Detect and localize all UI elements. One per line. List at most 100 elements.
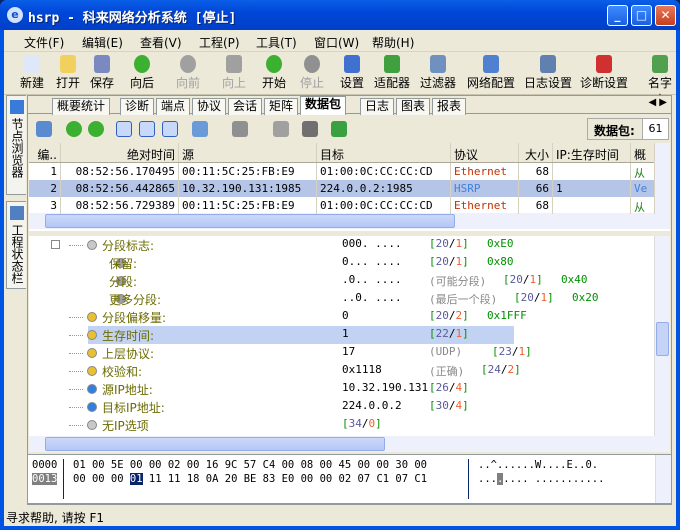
tab-3[interactable]: 协议 — [192, 98, 227, 115]
decode-row[interactable]: 目标IP地址: 224.0.0.2 [30/4] — [29, 398, 649, 416]
table-cell: 224.0.0.2:1985 — [317, 180, 451, 197]
decode-row[interactable]: 保留: 0... .... [20/1] 0x80 — [29, 254, 649, 272]
toolbar-button-network-config[interactable]: 网络配置 — [467, 55, 515, 91]
field-offset: [34/0] — [342, 417, 382, 430]
packet-list-vscrollbar[interactable] — [654, 143, 670, 213]
column-header[interactable]: 协议 — [451, 143, 519, 162]
menu-item[interactable]: 编辑(E) — [82, 34, 123, 51]
field-note: (最后一个段) — [429, 293, 498, 306]
decode-view-icon[interactable] — [139, 121, 155, 137]
toolbar-button-log-settings[interactable]: 日志设置 — [524, 55, 572, 91]
tab-9[interactable]: 报表 — [432, 98, 467, 115]
toolbar-button-forward-arrow[interactable]: 向前 — [176, 55, 200, 91]
table-cell: 00:11:5C:25:FB:E9 — [179, 197, 317, 214]
decode-row[interactable]: 校验和: 0x1118 (正确) [24/2] — [29, 362, 649, 380]
column-header[interactable]: 概 — [631, 143, 655, 162]
menu-item[interactable]: 查看(V) — [140, 34, 182, 51]
packet-count-label: 数据包: — [594, 124, 635, 138]
tab-6[interactable]: 数据包 — [300, 96, 347, 115]
field-name: 分段标志: — [102, 239, 155, 253]
hex-bytes-pre: 01 00 5E 00 00 02 00 16 9C 57 C4 00 08 0… — [73, 459, 428, 471]
back-arrow-icon — [134, 55, 150, 73]
filter-dropdown-icon[interactable] — [232, 121, 248, 137]
menu-item[interactable]: 文件(F) — [24, 34, 64, 51]
table-cell: 68 — [519, 197, 553, 214]
close-button[interactable]: ✕ — [655, 5, 676, 26]
lock-icon[interactable] — [273, 121, 289, 137]
column-header[interactable]: 大小 — [519, 143, 553, 162]
toolbar-button-play[interactable]: 开始 — [262, 55, 286, 91]
field-offset-start: 20 — [520, 291, 534, 304]
toolbar-button-new-file[interactable]: 新建 — [20, 55, 44, 91]
tab-5[interactable]: 矩阵 — [264, 98, 299, 115]
ascii-bytes[interactable]: ........ ........... — [478, 473, 604, 485]
hex-vscrollbar[interactable] — [655, 455, 671, 503]
maximize-button[interactable]: □ — [631, 5, 652, 26]
column-header[interactable]: 目标 — [317, 143, 451, 162]
tab-2[interactable]: 端点 — [156, 98, 191, 115]
field-name: 分段偏移量: — [102, 311, 167, 325]
column-settings-icon[interactable] — [192, 121, 208, 137]
decode-row[interactable]: 分段: .0.. .... (可能分段) [20/1] 0x40 — [29, 272, 649, 290]
column-header[interactable]: 编.. — [29, 143, 61, 162]
hex-bytes[interactable]: 00 00 00 01 11 11 18 0A 20 BE 83 E0 00 0… — [73, 473, 427, 485]
tab-4[interactable]: 会话 — [228, 98, 263, 115]
collapse-icon[interactable] — [51, 240, 60, 249]
menu-item[interactable]: 帮助(H) — [372, 34, 414, 51]
toolbar-button-up-arrow[interactable]: 向上 — [222, 55, 246, 91]
tab-1[interactable]: 诊断 — [120, 98, 155, 115]
menu-bar: 文件(F) 编辑(E) 查看(V) 工程(P) 工具(T) 窗口(W) 帮助(H) — [4, 30, 676, 52]
table-row[interactable]: 1 08:52:56.170495 00:11:5C:25:FB:E9 01:00:0… — [29, 163, 655, 180]
export-icon[interactable] — [36, 121, 52, 137]
hex-bytes[interactable]: 01 00 5E 00 00 02 00 16 9C 57 C4 00 08 0… — [73, 459, 427, 471]
hex-view-icon[interactable] — [162, 121, 178, 137]
field-name: 更多分段: — [109, 293, 162, 307]
decode-settings-icon[interactable] — [302, 121, 318, 137]
decode-hscrollbar[interactable] — [29, 436, 670, 452]
ascii-bytes[interactable]: ..^......W....E..0. — [478, 459, 598, 471]
tab-8[interactable]: 图表 — [396, 98, 431, 115]
table-cell — [553, 163, 631, 180]
field-note: (正确) — [429, 365, 465, 378]
toolbar-button-diagnosis-settings[interactable]: 诊断设置 — [580, 55, 628, 91]
toolbar-button-stop[interactable]: 停止 — [300, 55, 324, 91]
toolbar-button-save-disk[interactable]: 保存 — [90, 55, 114, 91]
field-offset: [30/4] — [429, 399, 469, 412]
decode-row[interactable]: 无IP选项 [34/0] — [29, 416, 649, 434]
prev-packet-icon[interactable] — [66, 121, 82, 137]
refresh-icon[interactable] — [331, 121, 347, 137]
side-tab-project-status[interactable]: 工程状态栏 — [6, 201, 26, 289]
field-offset-start: 20 — [435, 237, 449, 250]
side-tab-node-browser[interactable]: 节点浏览器 — [6, 95, 26, 195]
decode-row[interactable]: 分段偏移量: 0 [20/2] 0x1FFF — [29, 308, 649, 326]
tab-scroll-arrows[interactable]: ◀ ▶ — [648, 97, 667, 108]
minimize-button[interactable]: _ — [607, 5, 628, 26]
menu-item[interactable]: 工程(P) — [199, 34, 240, 51]
tab-0[interactable]: 概要统计 — [52, 98, 111, 115]
list-view-icon[interactable] — [116, 121, 132, 137]
decode-row[interactable]: 上层协议: 17 (UDP) [23/1] — [29, 344, 649, 362]
field-name: 无IP选项 — [102, 419, 149, 433]
table-row[interactable]: 3 08:52:56.729389 00:11:5C:25:FB:E9 01:00:0… — [29, 197, 655, 214]
toolbar-button-settings[interactable]: 设置 — [340, 55, 364, 91]
decode-row[interactable]: 更多分段: ..0. .... (最后一个段) [20/1] 0x20 — [29, 290, 649, 308]
decode-row[interactable]: 源IP地址: 10.32.190.131 [26/4] — [29, 380, 649, 398]
decode-row[interactable]: 分段标志: 000. .... [20/1] 0xE0 — [29, 236, 649, 254]
tab-7[interactable]: 日志 — [360, 98, 395, 115]
decode-vscrollbar[interactable] — [654, 236, 670, 436]
toolbar-button-filter[interactable]: 过滤器 — [420, 55, 456, 91]
column-header[interactable]: IP:生存时间 — [553, 143, 631, 162]
toolbar-button-open-folder[interactable]: 打开 — [56, 55, 80, 91]
decode-row[interactable]: 生存时间: 1 [22/1] — [29, 326, 649, 344]
column-header[interactable]: 源 — [179, 143, 317, 162]
hex-divider — [63, 459, 64, 499]
column-header[interactable]: 绝对时间 — [61, 143, 179, 162]
packet-list-hscrollbar[interactable] — [29, 213, 670, 229]
toolbar-button-back-arrow[interactable]: 向后 — [130, 55, 154, 91]
menu-item[interactable]: 工具(T) — [256, 34, 297, 51]
next-packet-icon[interactable] — [88, 121, 104, 137]
toolbar-button-label: 向后 — [130, 76, 155, 90]
table-row[interactable]: 2 08:52:56.442865 10.32.190.131:1985 224.0.… — [29, 180, 655, 197]
toolbar-button-adapter[interactable]: 适配器 — [374, 55, 410, 91]
menu-item[interactable]: 窗口(W) — [314, 34, 359, 51]
